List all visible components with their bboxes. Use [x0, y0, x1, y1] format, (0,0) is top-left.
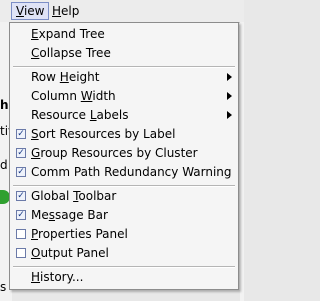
background-text-d: d — [0, 158, 8, 172]
checkbox-icon: ✓ — [16, 167, 26, 177]
submenu-arrow-icon — [227, 111, 232, 119]
properties-panel-label: Properties Panel — [31, 227, 128, 241]
help-rest: elp — [61, 4, 80, 18]
global-toolbar-label: Global Toolbar — [31, 189, 117, 203]
menu-bar: View Help — [0, 0, 244, 23]
group-resources-label: Group Resources by Cluster — [31, 146, 198, 160]
menu-item-collapse-tree[interactable]: Collapse Tree — [10, 44, 238, 63]
background-text-s: s — [0, 280, 7, 294]
checkbox-icon: ✓ — [16, 129, 26, 139]
view-dropdown-menu: Expand Tree Collapse Tree Row Height Col… — [9, 22, 239, 290]
message-bar-label: Message Bar — [31, 208, 108, 222]
menu-item-properties-panel[interactable]: Properties Panel — [10, 225, 238, 244]
checkbox-icon — [16, 248, 26, 258]
menu-item-resource-labels[interactable]: Resource Labels — [10, 106, 238, 125]
view-rest: iew — [23, 4, 45, 18]
column-width-label: Column Width — [31, 89, 116, 103]
menu-item-message-bar[interactable]: ✓ Message Bar — [10, 206, 238, 225]
history-label: History... — [31, 270, 84, 284]
menu-item-output-panel[interactable]: Output Panel — [10, 244, 238, 263]
menu-view[interactable]: View — [11, 2, 50, 20]
menu-item-global-toolbar[interactable]: ✓ Global Toolbar — [10, 187, 238, 206]
menu-item-sort-resources[interactable]: ✓ Sort Resources by Label — [10, 125, 238, 144]
collapse-tree-label: Collapse Tree — [31, 46, 111, 60]
background-text-h: h — [0, 98, 9, 112]
help-mnemonic: H — [52, 4, 62, 18]
expand-tree-label: Expand Tree — [31, 27, 105, 41]
menu-item-group-resources[interactable]: ✓ Group Resources by Cluster — [10, 144, 238, 163]
menu-help[interactable]: Help — [48, 3, 83, 19]
menu-item-row-height[interactable]: Row Height — [10, 68, 238, 87]
background-right-panel — [240, 22, 244, 301]
menu-item-history[interactable]: History... — [10, 268, 238, 287]
checkbox-icon: ✓ — [16, 210, 26, 220]
checkbox-icon: ✓ — [16, 148, 26, 158]
row-height-label: Row Height — [31, 70, 100, 84]
menu-item-expand-tree[interactable]: Expand Tree — [10, 25, 238, 44]
comm-path-label: Comm Path Redundancy Warning — [31, 165, 232, 179]
menu-item-column-width[interactable]: Column Width — [10, 87, 238, 106]
submenu-arrow-icon — [227, 92, 232, 100]
menu-item-comm-path-warning[interactable]: ✓ Comm Path Redundancy Warning — [10, 163, 238, 182]
resource-labels-label: Resource Labels — [31, 108, 129, 122]
sort-resources-label: Sort Resources by Label — [31, 127, 176, 141]
checkbox-icon: ✓ — [16, 191, 26, 201]
checkbox-icon — [16, 229, 26, 239]
output-panel-label: Output Panel — [31, 246, 109, 260]
view-mnemonic: V — [16, 4, 24, 18]
submenu-arrow-icon — [227, 73, 232, 81]
